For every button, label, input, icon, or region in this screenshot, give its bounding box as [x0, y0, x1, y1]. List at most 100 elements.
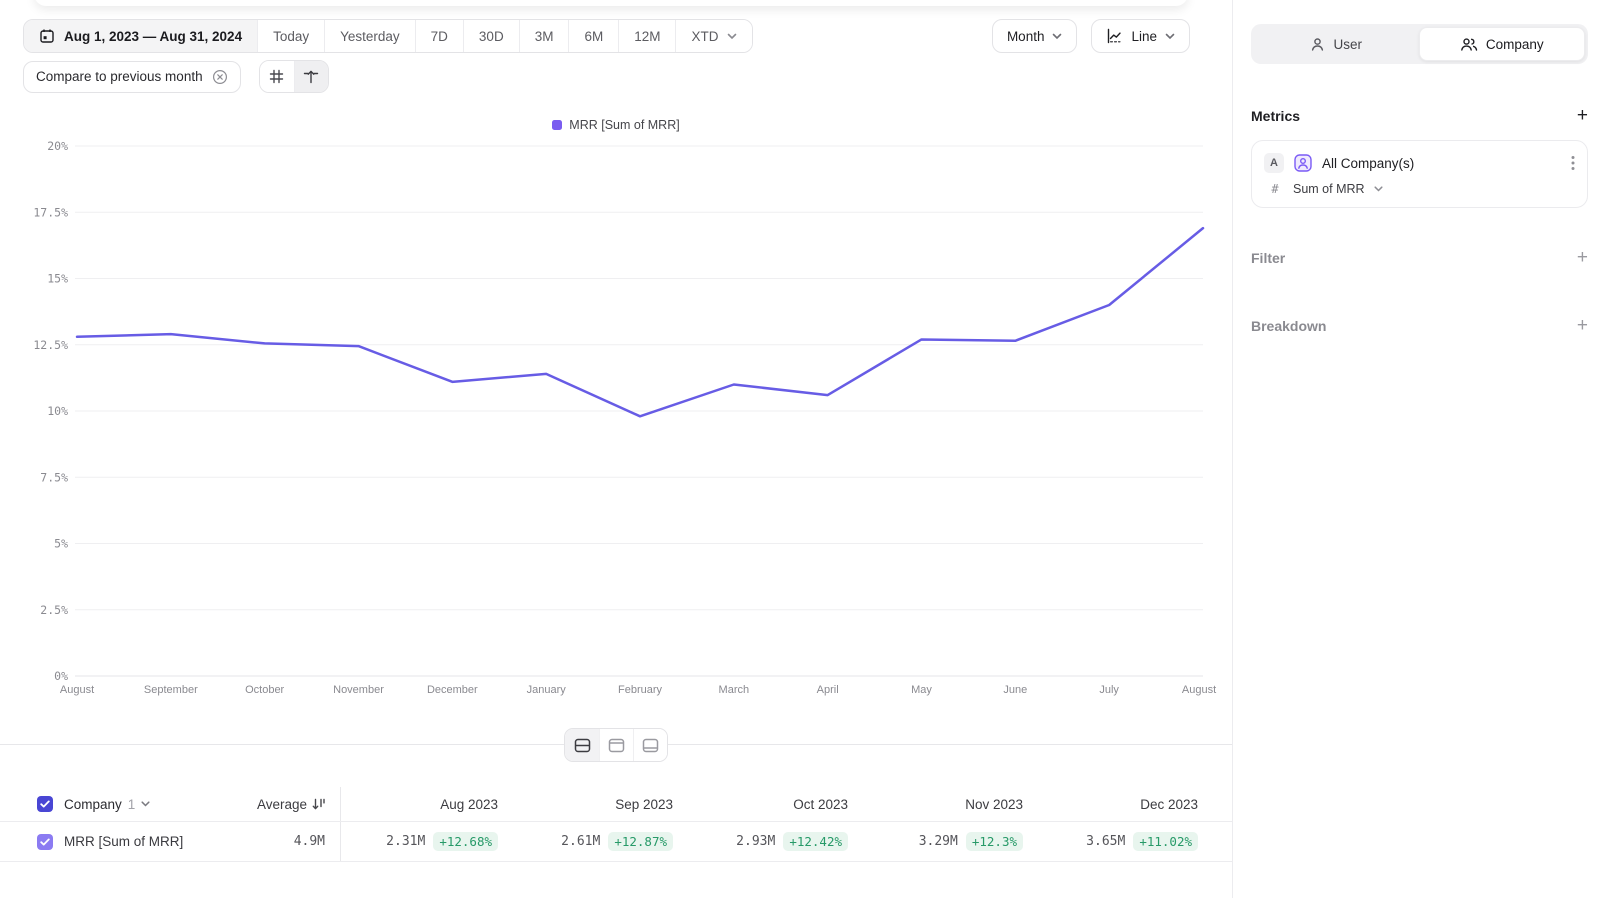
delta-badge: +12.3%	[966, 832, 1023, 851]
month-value-cell[interactable]: 2.61M +12.87%	[516, 832, 691, 851]
chart-only-icon	[608, 738, 625, 753]
tab-company[interactable]: Company	[1419, 27, 1586, 61]
legend-label: MRR [Sum of MRR]	[569, 118, 679, 132]
y-axis-tick-label: 0%	[54, 669, 68, 683]
preset-30d[interactable]: 30D	[463, 20, 519, 52]
metric-card-row-2: # Sum of MRR	[1264, 182, 1575, 196]
date-range-label: Aug 1, 2023 — Aug 31, 2024	[64, 29, 242, 44]
x-axis-tick-label: June	[1003, 684, 1027, 696]
average-header-label: Average	[257, 797, 307, 812]
chart-option-toggles	[259, 60, 329, 93]
table-header-row: Company 1 Average Aug 2023Sep 2023Oct 20…	[0, 787, 1232, 822]
x-axis-tick-label: February	[618, 684, 663, 696]
month-value-cell[interactable]: 2.93M+12.42%	[691, 832, 866, 851]
preset-xtd-dropdown[interactable]: XTD	[675, 20, 752, 52]
x-axis-tick-label: July	[1099, 684, 1119, 696]
month-value-cell[interactable]: 3.65M +11.02%	[1041, 832, 1216, 851]
chart-type-label: Line	[1131, 29, 1157, 44]
tab-company-label: Company	[1486, 37, 1544, 52]
filter-section-header: Filter +	[1251, 248, 1588, 267]
calendar-icon	[39, 28, 55, 44]
y-axis-tick-label: 20%	[47, 140, 68, 153]
date-range-button[interactable]: Aug 1, 2023 — Aug 31, 2024	[24, 20, 257, 52]
cell-value: 2.61M	[561, 834, 600, 849]
month-column-header[interactable]: Aug 2023	[341, 797, 516, 812]
month-column-header[interactable]: Dec 2023	[1041, 797, 1216, 812]
month-value-cell[interactable]: 2.31M+12.68%	[341, 832, 516, 851]
month-value-cell[interactable]: 3.29M+12.3%	[866, 832, 1041, 851]
grid-icon	[269, 69, 284, 84]
layout-split-button[interactable]	[565, 729, 599, 761]
company-header-label: Company	[64, 797, 122, 812]
month-column-header[interactable]: Nov 2023	[866, 797, 1041, 812]
metric-card-row-1: A All Company(s)	[1264, 153, 1575, 173]
layout-table-only-button[interactable]	[633, 729, 667, 761]
metric-menu-button[interactable]	[1571, 155, 1575, 171]
chevron-down-icon	[727, 33, 737, 40]
row-checkbox[interactable]	[37, 834, 53, 850]
grid-toggle-button[interactable]	[260, 61, 294, 92]
preset-3m[interactable]: 3M	[519, 20, 569, 52]
month-column-header[interactable]: Sep 2023	[516, 797, 691, 812]
month-value-cells: 2.31M+12.68% 2.61M +12.87% 2.93M+12.42%3.29…	[341, 832, 1232, 851]
table-only-icon	[642, 738, 659, 753]
top-card-edge	[34, 0, 1188, 6]
y-axis-tick-label: 17.5%	[33, 205, 68, 219]
average-value: 4.9M	[294, 834, 325, 849]
chevron-down-icon	[141, 801, 150, 807]
chart-type-dropdown[interactable]: Line	[1091, 19, 1190, 53]
check-icon	[40, 800, 50, 808]
x-axis-tick-label: August	[60, 684, 94, 696]
x-axis-tick-label: September	[144, 684, 198, 696]
annotations-toggle-button[interactable]	[294, 61, 328, 92]
table-row[interactable]: MRR [Sum of MRR] 4.9M 2.31M+12.68% 2.61M +…	[0, 822, 1232, 862]
table-row-left: MRR [Sum of MRR] 4.9M	[0, 822, 341, 861]
metric-series-badge: A	[1264, 153, 1284, 173]
summary-table: Company 1 Average Aug 2023Sep 2023Oct 20…	[0, 787, 1232, 862]
x-axis-tick-label: March	[719, 684, 750, 696]
month-column-headers: Aug 2023Sep 2023Oct 2023Nov 2023Dec 2023	[341, 797, 1232, 812]
aggregation-dropdown[interactable]: Sum of MRR	[1293, 182, 1365, 196]
delta-badge: +12.87%	[608, 832, 673, 851]
preset-today[interactable]: Today	[257, 20, 324, 52]
metric-row-label: MRR [Sum of MRR]	[64, 834, 183, 849]
select-all-checkbox[interactable]	[37, 796, 53, 812]
chevron-down-icon	[1052, 33, 1062, 40]
config-sidebar: User Company Metrics + A All Compa	[1232, 0, 1600, 898]
add-breakdown-button[interactable]: +	[1577, 316, 1588, 335]
company-column-header[interactable]: Company 1	[64, 797, 150, 812]
month-column-header[interactable]: Oct 2023	[691, 797, 866, 812]
preset-7d[interactable]: 7D	[415, 20, 463, 52]
compare-chip[interactable]: Compare to previous month	[23, 61, 241, 93]
granularity-dropdown[interactable]: Month	[992, 19, 1078, 53]
preset-6m[interactable]: 6M	[568, 20, 618, 52]
kebab-icon	[1571, 155, 1575, 171]
average-column-header[interactable]: Average	[257, 797, 325, 812]
tab-user[interactable]: User	[1254, 27, 1419, 61]
y-axis-tick-label: 5%	[54, 537, 68, 551]
x-axis-tick-label: November	[333, 684, 384, 696]
layout-chart-only-button[interactable]	[599, 729, 633, 761]
company-icon	[1460, 37, 1478, 52]
x-axis-tick-label: August	[1182, 684, 1216, 696]
analytics-app: Aug 1, 2023 — Aug 31, 2024 Today Yesterd…	[0, 0, 1600, 898]
metric-card[interactable]: A All Company(s) # Sum of MRR	[1251, 140, 1588, 208]
delta-badge: +11.02%	[1133, 832, 1198, 851]
mrr-line-chart[interactable]: 0%2.5%5%7.5%10%12.5%15%17.5%20%AugustSep…	[0, 140, 1232, 706]
company-count: 1	[128, 797, 136, 812]
report-main-panel: Aug 1, 2023 — Aug 31, 2024 Today Yesterd…	[0, 0, 1232, 898]
cell-value: 2.93M	[736, 834, 775, 849]
company-badge-icon	[1293, 153, 1313, 173]
cell-value: 3.65M	[1086, 834, 1125, 849]
preset-yesterday[interactable]: Yesterday	[324, 20, 415, 52]
add-metric-button[interactable]: +	[1577, 106, 1588, 125]
preset-12m[interactable]: 12M	[618, 20, 675, 52]
entity-toggle: User Company	[1251, 24, 1588, 64]
add-filter-button[interactable]: +	[1577, 248, 1588, 267]
sort-icon	[312, 798, 325, 810]
remove-compare-icon[interactable]	[212, 69, 228, 85]
mrr-series-line[interactable]	[77, 228, 1203, 416]
toolbar-row-1: Aug 1, 2023 — Aug 31, 2024 Today Yesterd…	[23, 19, 1190, 53]
filter-title: Filter	[1251, 250, 1285, 266]
legend-swatch	[552, 120, 562, 130]
